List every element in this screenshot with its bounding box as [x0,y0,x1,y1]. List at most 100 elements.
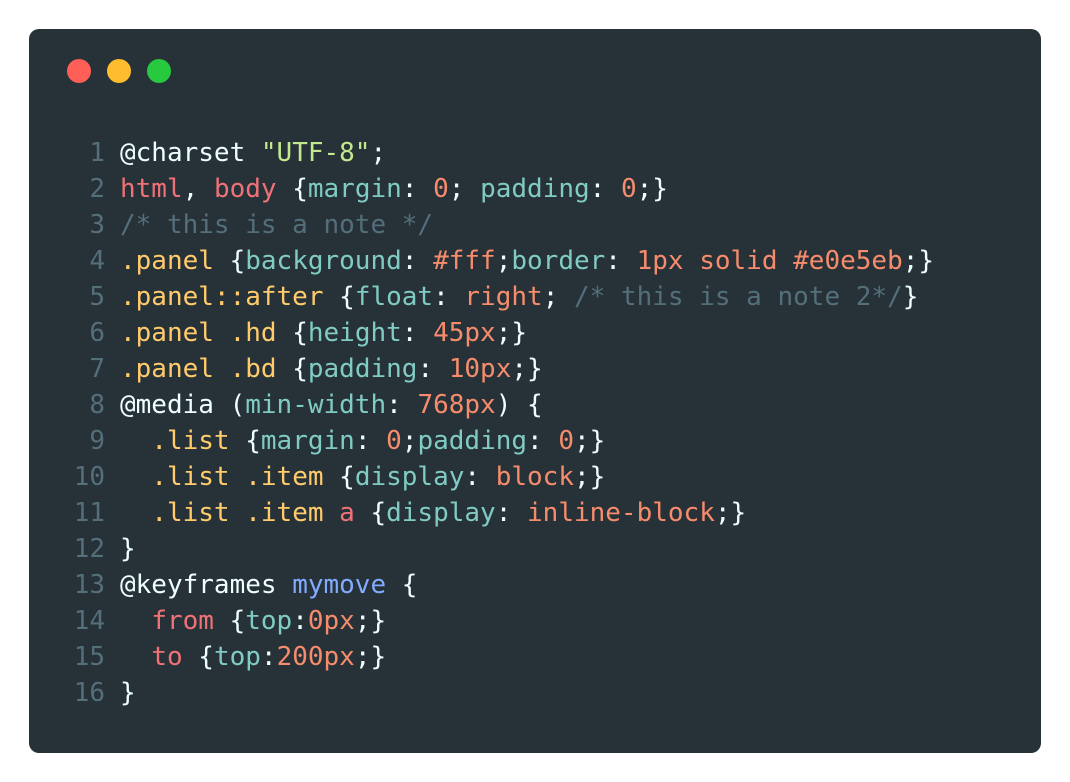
code-token: padding [480,174,590,204]
code-token: ;} [902,246,935,276]
code-token: { [213,246,246,276]
code-token: #fff [433,246,496,276]
code-token: } [120,534,136,564]
code-token: : [354,426,387,456]
code-token: { [323,462,355,492]
line-content: } [120,531,136,567]
line-number: 3 [89,210,105,240]
code-window: 1 @charset "UTF-8"; 2 html, body {margin: 0… [29,29,1041,753]
code-token: block [495,462,574,492]
line-number: 10 [73,462,105,492]
line-content: .list {margin: 0;padding: 0;} [120,423,605,459]
code-token: 45px [433,318,496,348]
code-token: ;} [354,606,387,636]
code-token: : [464,462,496,492]
line-content: .panel::after {float: right; /* this is … [120,279,918,315]
code-token: "UTF-8" [260,138,371,168]
code-token: { [229,426,261,456]
code-token: } [902,282,919,312]
line-content: /* this is a note */ [120,207,433,243]
line-content: .panel .bd {padding: 10px;} [120,351,543,387]
line-content: .list .item a {display: inline-block;} [120,495,746,531]
code-token: ;} [511,354,543,384]
code-token: 0 [620,174,637,204]
code-token: @charset [120,138,261,168]
code-token: : [605,246,637,276]
code-token: 0 [433,174,449,204]
code-token: body [213,174,277,204]
code-token: a [339,498,355,528]
code-line: 3 /* this is a note */ [29,207,1041,243]
minimize-dot-icon[interactable] [107,59,131,83]
close-dot-icon[interactable] [67,59,91,83]
code-token: from [151,606,214,636]
code-token: { [213,606,246,636]
code-line: 1 @charset "UTF-8"; [29,135,1041,171]
code-token: 200px [276,642,355,672]
code-token: /* this is a note */ [120,210,434,240]
line-content: from {top:0px;} [120,603,386,639]
code-token: ) { [495,390,543,420]
code-token: : [527,426,559,456]
code-token: ; [370,138,387,168]
code-token: ; [542,282,574,312]
code-line: 11 .list .item a {display: inline-block;… [29,495,1041,531]
code-token: ;} [574,426,606,456]
code-token: { [386,570,418,600]
code-line: 16} [29,675,1041,711]
code-block: 1 @charset "UTF-8"; 2 html, body {margin: 0… [29,135,1041,711]
line-content: html, body {margin: 0; padding: 0;} [120,171,668,207]
line-content: to {top:200px;} [120,639,386,675]
code-token: display [354,462,465,492]
code-token: /* this is a note 2*/ [574,282,903,312]
code-line: 15 to {top:200px;} [29,639,1041,675]
code-token: .panel::after [120,282,324,312]
code-line: 7 .panel .bd {padding: 10px;} [29,351,1041,387]
line-number: 6 [89,318,105,348]
code-token: : [260,642,277,672]
line-number: 15 [73,642,105,672]
code-token: inline-block [527,498,715,528]
line-content: .panel {background: #fff;border: 1px sol… [120,243,934,279]
code-token: { [182,642,214,672]
code-token: : [386,390,418,420]
code-token: ;} [495,318,528,348]
code-token: top [213,642,261,672]
code-token: to [151,642,183,672]
code-line: 4 .panel {background: #fff;border: 1px so… [29,243,1041,279]
line-number: 14 [73,606,105,636]
line-content: @media (min-width: 768px) { [120,387,543,423]
code-token: height [307,318,402,348]
window-controls [67,59,171,83]
code-token: 768px [417,390,496,420]
code-token: @keyframes [120,570,293,600]
code-line: 5 .panel::after {float: right; /* this is… [29,279,1041,315]
code-token: { [354,498,387,528]
code-token: padding [417,426,528,456]
code-token: ; [448,174,481,204]
line-number: 4 [89,246,105,276]
code-token: right [464,282,543,312]
code-token: { [276,354,308,384]
code-token: .panel .bd [120,354,277,384]
code-token: mymove [292,570,387,600]
line-content: .list .item {display: block;} [120,459,605,495]
code-token: ;} [636,174,668,204]
code-token: background [245,246,402,276]
code-token: ; [495,246,512,276]
code-token: ;} [354,642,387,672]
code-token: 0px [307,606,355,636]
line-number: 16 [73,678,105,708]
code-token: , [182,174,214,204]
line-number: 7 [89,354,105,384]
code-token: { [323,282,355,312]
code-line: 10 .list .item {display: block;} [29,459,1041,495]
code-token: : [495,498,528,528]
line-number: 9 [89,426,105,456]
maximize-dot-icon[interactable] [147,59,171,83]
code-line: 14 from {top:0px;} [29,603,1041,639]
code-token: : [417,354,449,384]
line-number: 5 [89,282,105,312]
